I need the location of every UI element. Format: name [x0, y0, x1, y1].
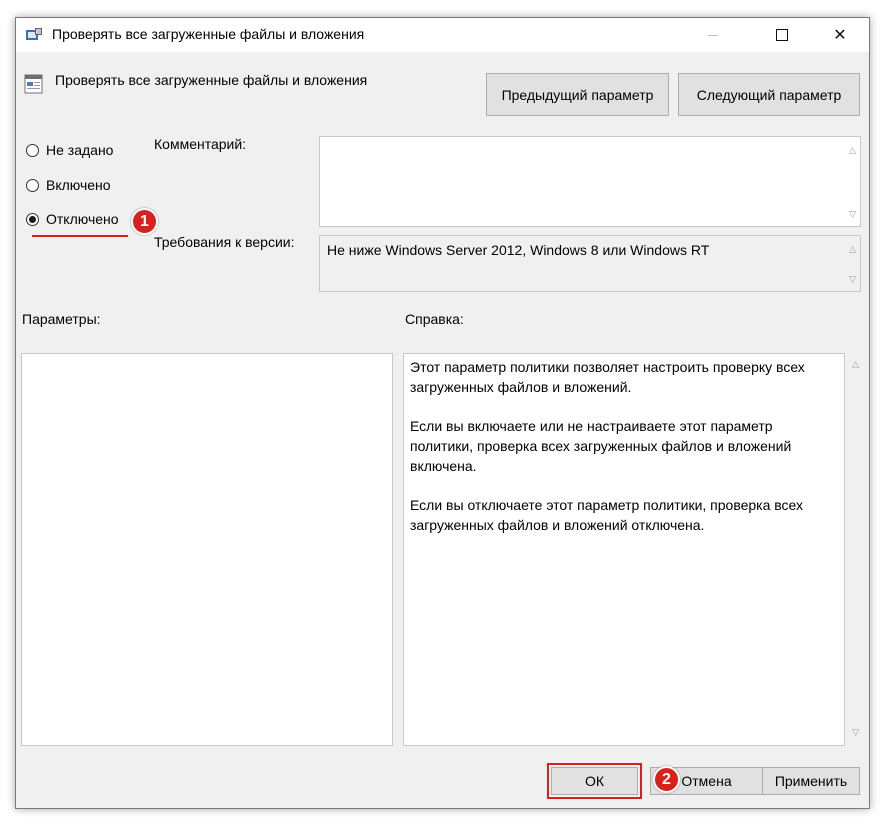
- radio-enabled[interactable]: Включено: [26, 177, 111, 193]
- maximize-icon: [776, 29, 788, 41]
- title-bar: Проверять все загруженные файлы и вложен…: [16, 18, 869, 52]
- help-label: Справка:: [405, 311, 464, 327]
- close-button[interactable]: ✕: [817, 18, 863, 52]
- help-panel[interactable]: Этот параметр политики позволяет настрои…: [403, 353, 845, 746]
- next-setting-button[interactable]: Следующий параметр: [678, 73, 860, 116]
- parameters-label: Параметры:: [22, 311, 101, 327]
- radio-enabled-circle[interactable]: [26, 178, 39, 192]
- radio-enabled-label: Включено: [46, 177, 111, 193]
- minimize-icon: [708, 34, 718, 36]
- scroll-up-icon[interactable]: △: [849, 145, 856, 156]
- parameters-panel[interactable]: [21, 353, 393, 746]
- help-paragraph: Если вы включаете или не настраиваете эт…: [410, 418, 792, 474]
- radio-disabled[interactable]: Отключено: [26, 211, 119, 227]
- annotation-marker-2: 2: [653, 766, 680, 793]
- version-label: Требования к версии:: [154, 234, 295, 250]
- scroll-up-icon[interactable]: △: [849, 244, 856, 255]
- minimize-button[interactable]: [690, 18, 736, 52]
- policy-editor-icon: [26, 28, 42, 40]
- help-paragraph: Если вы отключаете этот параметр политик…: [410, 497, 804, 533]
- radio-disabled-circle[interactable]: [26, 212, 39, 226]
- disabled-underline-annotation: [32, 235, 128, 237]
- policy-setting-icon: [24, 74, 43, 94]
- comment-label: Комментарий:: [154, 136, 247, 152]
- policy-name: Проверять все загруженные файлы и вложен…: [55, 72, 368, 88]
- ok-highlight-annotation: [547, 763, 642, 799]
- radio-not-configured[interactable]: Не задано: [26, 142, 113, 158]
- annotation-marker-1: 1: [131, 208, 158, 235]
- radio-not-configured-label: Не задано: [46, 142, 114, 158]
- previous-setting-button[interactable]: Предыдущий параметр: [486, 73, 669, 116]
- help-scroll-up-icon[interactable]: △: [852, 359, 859, 370]
- policy-dialog: Проверять все загруженные файлы и вложен…: [15, 17, 870, 809]
- scroll-down-icon[interactable]: ▽: [849, 274, 856, 285]
- help-scroll-down-icon[interactable]: ▽: [852, 727, 859, 738]
- scroll-down-icon[interactable]: ▽: [849, 209, 856, 220]
- version-value: Не ниже Windows Server 2012, Windows 8 и…: [327, 242, 710, 258]
- radio-not-configured-circle[interactable]: [26, 143, 39, 157]
- help-text: Этот параметр политики позволяет настрои…: [410, 357, 820, 554]
- radio-disabled-label: Отключено: [46, 211, 119, 227]
- close-icon: ✕: [833, 27, 847, 44]
- help-paragraph: Этот параметр политики позволяет настрои…: [410, 359, 805, 395]
- comment-input[interactable]: △ ▽: [319, 136, 861, 227]
- apply-button[interactable]: Применить: [762, 767, 860, 795]
- maximize-button[interactable]: [759, 18, 805, 52]
- window-title: Проверять все загруженные файлы и вложен…: [52, 26, 365, 42]
- version-field: Не ниже Windows Server 2012, Windows 8 и…: [319, 235, 861, 292]
